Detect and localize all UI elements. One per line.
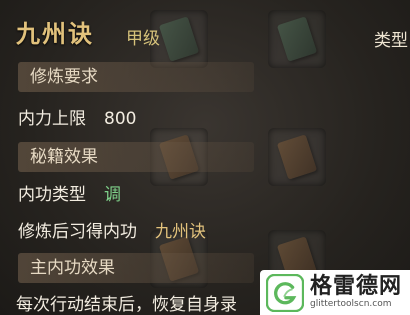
row-neili-limit: 内力上限 800 bbox=[18, 104, 136, 129]
row-learned-skill: 修炼后习得内功 九州诀 bbox=[18, 217, 206, 242]
section-effects: 秘籍效果 bbox=[18, 142, 254, 172]
row-value: 800 bbox=[104, 109, 137, 129]
watermark-name: 格雷德网 bbox=[310, 274, 403, 299]
watermark-url: glittertoolscn.com bbox=[310, 299, 392, 309]
row-label: 修炼后习得内功 bbox=[18, 222, 137, 242]
site-watermark: 格雷德网 glittertoolscn.com bbox=[260, 270, 410, 315]
section-main-effect: 主内功效果 bbox=[18, 253, 254, 283]
g-leaf-logo-icon bbox=[266, 273, 304, 312]
type-column-label: 类型 bbox=[374, 31, 408, 51]
row-neigong-type: 内功类型调 bbox=[18, 180, 121, 205]
row-value: 调 bbox=[104, 185, 121, 205]
section-requirements: 修炼要求 bbox=[18, 62, 254, 92]
skill-grade: 甲级 bbox=[126, 29, 160, 49]
row-label: 内力上限 bbox=[18, 109, 86, 129]
skill-title: 九州诀 bbox=[16, 20, 94, 48]
row-value: 九州诀 bbox=[155, 222, 206, 242]
row-label: 内功类型 bbox=[18, 185, 86, 205]
effect-description: 每次行动结束后，恢复自身录 bbox=[16, 295, 237, 315]
skill-detail-panel: 九州诀 甲级 修炼要求 内力上限 800 秘籍效果 内功类型调 修炼后习得内功 九州… bbox=[10, 0, 370, 315]
